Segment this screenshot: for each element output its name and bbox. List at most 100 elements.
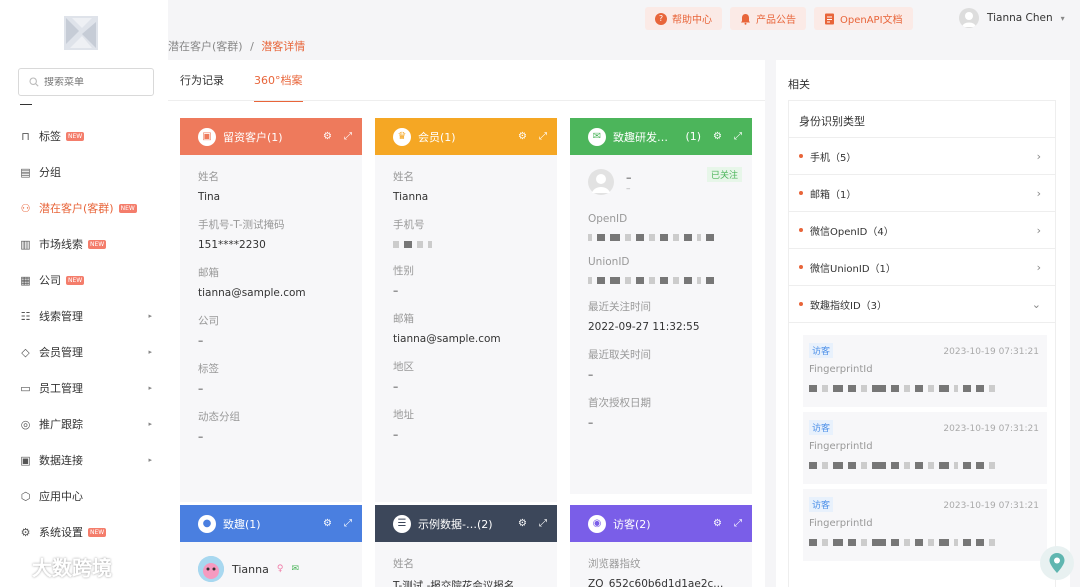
field-value: 151****2230 — [198, 239, 266, 251]
visitor-card: ◉ 访客(2) ⚙ ⤢ 浏览器指纹 ZQ_652c60b6d1d1ae2c... — [570, 505, 752, 587]
help-center-button[interactable]: ? 帮助中心 — [645, 7, 722, 30]
leads-card-header: ▣ 留资客户(1) ⚙ ⤢ — [180, 118, 362, 155]
field-value: – — [198, 335, 204, 347]
fingerprint-entry: 访客 2023-10-19 07:31:21 FingerprintId — [803, 489, 1047, 561]
identity-type-item[interactable]: 致趣指纹ID（3） ⌄ — [789, 286, 1055, 323]
sidebar-item-11[interactable]: ⚙ 系统设置 NEW — [0, 514, 168, 550]
chevron-down-icon: ▾ — [1060, 13, 1065, 23]
field-label: 姓名 — [393, 171, 414, 183]
tab-360-profile[interactable]: 360°档案 — [254, 72, 303, 102]
member-card-header: ♛ 会员(1) ⚙ ⤢ — [375, 118, 557, 155]
field: 姓名 Tina — [198, 169, 344, 203]
expand-icon[interactable]: ⤢ — [734, 518, 742, 529]
visitor-tag: 访客 — [809, 497, 834, 512]
identity-type-item[interactable]: 邮箱（1） › — [789, 175, 1055, 212]
expand-icon[interactable]: ⤢ — [539, 131, 547, 142]
field-label: 手机号-T-测试掩码 — [198, 219, 285, 231]
identity-type-label: 致趣指纹ID（3） — [810, 300, 888, 312]
field-label: 公司 — [198, 315, 219, 327]
sidebar-item-10[interactable]: ⬡ 应用中心 — [0, 478, 168, 514]
wechat-icon: ✉ — [588, 127, 606, 146]
field-value: ZQ_652c60b6d1d1ae2c... — [588, 578, 724, 587]
user-menu[interactable]: Tianna Chen ▾ — [959, 8, 1065, 28]
settings-icon[interactable]: ⚙ — [518, 518, 527, 529]
announcement-button[interactable]: 产品公告 — [730, 7, 806, 30]
settings-icon[interactable]: ⚙ — [323, 518, 332, 529]
field-value: Tina — [198, 191, 221, 203]
zhiqu-name: Tianna — [232, 562, 269, 576]
sidebar-item-label: 应用中心 — [39, 490, 83, 503]
bullet-icon — [799, 154, 803, 158]
sidebar-item-5[interactable]: ☷ 线索管理 ▸ — [0, 298, 168, 334]
tab-behavior-records[interactable]: 行为记录 — [180, 72, 224, 102]
sidebar-item-label: 推广跟踪 — [39, 418, 83, 431]
document-icon — [825, 13, 834, 24]
expand-icon[interactable]: ⤢ — [344, 131, 352, 142]
database-icon: ▣ — [20, 453, 31, 467]
hexagon-icon: ⬡ — [20, 489, 31, 503]
fingerprint-label: FingerprintId — [809, 364, 873, 375]
field: 最近关注时间 2022-09-27 11:32:55 — [588, 299, 734, 333]
sidebar-item-3[interactable]: ▥ 市场线索 NEW — [0, 226, 168, 262]
target-icon: ◎ — [20, 417, 31, 431]
caret-right-icon: ▸ — [148, 312, 152, 320]
sidebar-item-label: 数据连接 — [39, 454, 83, 467]
expand-icon[interactable]: ⤢ — [344, 518, 352, 529]
openapi-docs-button[interactable]: OpenAPI文档 — [814, 7, 913, 30]
sidebar-item-2[interactable]: ⚇ 潜在客户(客群) NEW — [0, 190, 168, 226]
field-label: UnionID — [588, 256, 630, 268]
sidebar-item-6[interactable]: ◇ 会员管理 ▸ — [0, 334, 168, 370]
breadcrumb-separator: / — [250, 40, 254, 53]
field-label: 最近取关时间 — [588, 349, 651, 361]
sidebar-item-8[interactable]: ◎ 推广跟踪 ▸ — [0, 406, 168, 442]
visitor-tag: 访客 — [809, 343, 834, 358]
chat-bubble-icon: ● — [198, 514, 216, 533]
bullet-icon — [799, 302, 803, 306]
tabs-divider — [168, 100, 765, 101]
field: UnionID — [588, 256, 734, 285]
field: 地址 – — [393, 407, 539, 441]
sample-data-card-body: 姓名 T-测试 -报交院花会议报名 — [375, 542, 557, 587]
avatar — [198, 556, 224, 582]
member-card: ♛ 会员(1) ⚙ ⤢ 姓名 Tianna 手机号 性别 – 邮箱 tianna@sampl… — [375, 118, 557, 502]
sidebar-item-1[interactable]: ▤ 分组 — [0, 154, 168, 190]
avatar — [588, 169, 614, 195]
field-label: 邮箱 — [198, 267, 219, 279]
settings-icon[interactable]: ⚙ — [713, 518, 722, 529]
new-badge: NEW — [88, 239, 107, 249]
fingerprint-entry: 访客 2023-10-19 07:31:21 FingerprintId — [803, 412, 1047, 484]
logo-icon — [64, 16, 98, 50]
field: 性别 – — [393, 263, 539, 297]
breadcrumb-parent[interactable]: 潜在客户(客群) — [168, 40, 243, 53]
menu-search[interactable] — [18, 68, 154, 96]
help-chat-button[interactable] — [1040, 546, 1074, 580]
settings-icon[interactable]: ⚙ — [323, 131, 332, 142]
identity-type-label: 微信UnionID（1） — [810, 263, 896, 275]
wechat-card-header: ✉ 致趣研发… (1) ⚙ ⤢ — [570, 118, 752, 155]
wechat-subtext: – — [626, 183, 631, 194]
visitor-card-title: 访客(2) — [613, 517, 651, 531]
identity-type-item[interactable]: 手机（5） › — [789, 138, 1055, 175]
identity-type-item[interactable]: 微信UnionID（1） › — [789, 249, 1055, 286]
sidebar-item-0[interactable]: ⊓ 标签 NEW — [0, 118, 168, 154]
sidebar-item-4[interactable]: ▦ 公司 NEW — [0, 262, 168, 298]
wechat-card-body: – – 已关注 OpenID UnionID 最近关注时间 2022-09-27 11… — [570, 155, 752, 429]
settings-icon[interactable]: ⚙ — [518, 131, 527, 142]
wechat-nickname: – — [626, 170, 632, 184]
field-value: – — [393, 381, 399, 393]
identity-type-item[interactable]: 微信OpenID（4） › — [789, 212, 1055, 249]
field-value: – — [393, 429, 399, 441]
expand-icon[interactable]: ⤢ — [539, 518, 547, 529]
field: 手机号-T-测试掩码 151****2230 — [198, 217, 344, 251]
sidebar-item-9[interactable]: ▣ 数据连接 ▸ — [0, 442, 168, 478]
related-title: 相关 — [788, 78, 810, 91]
new-badge: NEW — [88, 527, 107, 537]
sidebar-item-label: 线索管理 — [39, 310, 83, 323]
field-label: 姓名 — [393, 558, 414, 570]
settings-icon[interactable]: ⚙ — [713, 131, 722, 142]
id-card-icon: ▭ — [20, 381, 31, 395]
expand-icon[interactable]: ⤢ — [734, 131, 742, 142]
bell-icon — [741, 13, 750, 25]
menu-search-input[interactable] — [44, 76, 134, 88]
sidebar-item-7[interactable]: ▭ 员工管理 ▸ — [0, 370, 168, 406]
